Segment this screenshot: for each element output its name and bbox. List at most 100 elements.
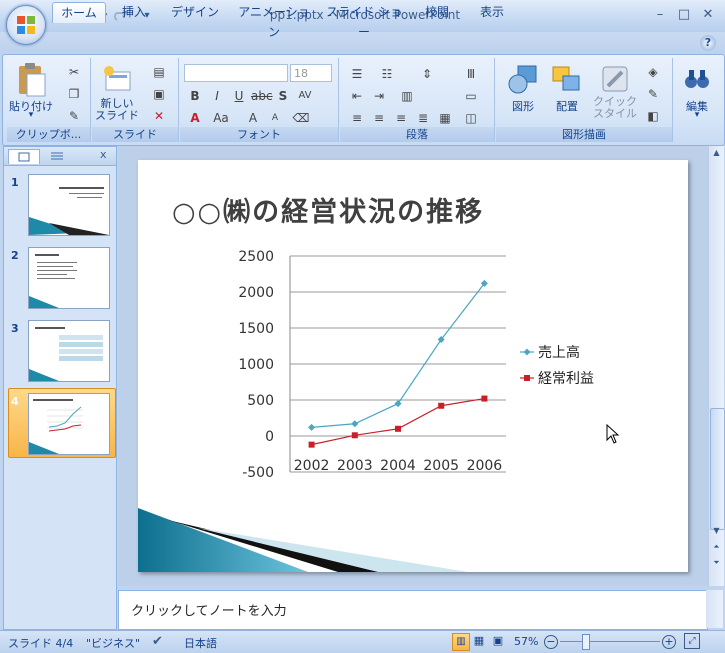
font-color-icon[interactable]: A [184, 108, 206, 128]
y-tick-label: 1500 [238, 321, 274, 337]
tab-design[interactable]: デザイン [166, 2, 224, 22]
slide-thumbnail-4[interactable] [28, 393, 110, 455]
outline-tab[interactable] [42, 149, 72, 163]
layout-icon[interactable]: ▤ [148, 62, 170, 82]
line-spacing-icon[interactable]: ⇕ [416, 64, 438, 84]
slide-indicator: スライド 4/4 [8, 637, 74, 650]
tab-slideshow[interactable]: スライド ショー [324, 2, 404, 39]
spell-check-icon[interactable]: ✔ [152, 634, 163, 649]
format-painter-icon[interactable]: ✎ [63, 106, 85, 126]
columns-icon[interactable]: ▥ [396, 86, 418, 106]
maximize-button[interactable]: □ [673, 6, 695, 24]
paste-dropdown-icon[interactable]: ▾ [9, 110, 53, 120]
clipboard-group: 貼り付け ▾ ✂ ❐ ✎ クリップボ... [7, 58, 91, 142]
language-indicator[interactable]: 日本語 [184, 635, 217, 651]
zoom-out-icon[interactable]: − [544, 635, 558, 649]
shadow-icon[interactable]: S [272, 86, 294, 106]
edit-dropdown-icon[interactable]: ▾ [674, 110, 720, 120]
decrease-indent-icon[interactable]: ⇤ [346, 86, 368, 106]
zoom-slider[interactable] [560, 641, 660, 642]
shrink-font-icon[interactable]: A [264, 108, 286, 128]
numbering-icon[interactable]: ☷ [376, 64, 398, 84]
increase-indent-icon[interactable]: ⇥ [368, 86, 390, 106]
justify-icon[interactable]: ≣ [412, 108, 434, 128]
tab-animation[interactable]: アニメーション [234, 2, 314, 39]
shape-effects-icon[interactable]: ◧ [642, 106, 664, 126]
distribute-icon[interactable]: ▦ [434, 108, 456, 128]
notes-placeholder[interactable]: クリックしてノートを入力 [131, 600, 287, 619]
slide-thumbnail-3[interactable] [28, 320, 110, 382]
office-button[interactable] [6, 5, 46, 45]
line-chart[interactable]: 25002000150010005000-500 2002 2003 2004 200… [228, 240, 628, 480]
paste-icon[interactable] [15, 62, 47, 98]
minimize-button[interactable]: – [649, 6, 671, 24]
x-tick-label: 2003 [337, 458, 373, 474]
legend-marker [523, 348, 531, 356]
cut-icon[interactable]: ✂ [63, 62, 85, 82]
x-tick-label: 2002 [294, 458, 330, 474]
binoculars-icon[interactable] [682, 64, 712, 94]
theme-name: "ビジネス" [86, 637, 141, 650]
shape-fill-icon[interactable]: ◈ [642, 62, 664, 82]
strikethrough-icon[interactable]: abc [250, 86, 273, 106]
arrange-label[interactable]: 配置 [546, 98, 588, 114]
shape-outline-icon[interactable]: ✎ [642, 84, 664, 104]
vertical-scrollbar[interactable]: ▲ ▼ ⏶ ⏷ [708, 146, 725, 586]
quick-style-label[interactable]: クイック スタイル [590, 96, 640, 120]
slide-canvas[interactable]: ○○㈱の経営状況の推移 2500 2000 1500 1000 500 0 -500 200… [138, 160, 688, 572]
align-center-icon[interactable]: ≡ [368, 108, 390, 128]
shapes-icon[interactable] [506, 64, 540, 96]
paragraph-group-label: 段落 [340, 127, 494, 142]
copy-icon[interactable]: ❐ [63, 84, 85, 104]
slides-group-label: スライド [92, 127, 178, 142]
zoom-level[interactable]: 57% [514, 635, 538, 648]
tab-home[interactable]: ホーム [52, 2, 106, 23]
bold-icon[interactable]: B [184, 86, 206, 106]
scroll-down-icon[interactable]: ▼ [711, 526, 722, 538]
help-icon[interactable]: ? [700, 35, 716, 51]
grow-font-icon[interactable]: A [242, 108, 264, 128]
align-right-icon[interactable]: ≡ [390, 108, 412, 128]
new-slide-label[interactable]: 新しい スライド [92, 98, 142, 122]
slides-tab[interactable] [8, 149, 40, 164]
quick-style-icon[interactable] [600, 64, 630, 94]
tab-review[interactable]: 校閲 [414, 2, 460, 22]
char-spacing-icon[interactable]: AV [294, 86, 316, 106]
scroll-thumb[interactable] [710, 408, 725, 530]
zoom-slider-thumb[interactable] [582, 634, 590, 650]
align-left-icon[interactable]: ≡ [346, 108, 368, 128]
tab-view[interactable]: 表示 [470, 2, 514, 22]
previous-slide-icon[interactable]: ⏶ [711, 542, 722, 554]
new-slide-icon[interactable] [102, 64, 132, 94]
clear-format-icon[interactable]: ⌫ [290, 108, 312, 128]
underline-icon[interactable]: U [228, 86, 250, 106]
close-button[interactable]: ✕ [697, 6, 719, 24]
slide-thumbnail-2[interactable] [28, 247, 110, 309]
bullets-icon[interactable]: ☰ [346, 64, 368, 84]
align-text-icon[interactable]: ▭ [460, 86, 482, 106]
smartart-icon[interactable]: ◫ [460, 108, 482, 128]
fit-to-window-icon[interactable]: ⤢ [684, 633, 700, 649]
font-size-combo[interactable]: 18 [290, 64, 332, 82]
slide-sorter-icon[interactable]: ▦ [471, 633, 487, 649]
next-slide-icon[interactable]: ⏷ [711, 558, 722, 570]
slide-title[interactable]: ○○㈱の経営状況の推移 [172, 190, 484, 229]
slideshow-icon[interactable]: ▣ [490, 633, 506, 649]
change-case-icon[interactable]: Aa [210, 108, 232, 128]
reset-icon[interactable]: ▣ [148, 84, 170, 104]
tab-insert[interactable]: 挿入 [112, 2, 156, 22]
arrange-icon[interactable] [550, 64, 584, 96]
normal-view-icon[interactable]: ▥ [452, 633, 470, 651]
zoom-in-icon[interactable]: + [662, 635, 676, 649]
scroll-up-icon[interactable]: ▲ [711, 148, 722, 160]
close-panel-icon[interactable]: x [100, 148, 107, 161]
data-point [481, 395, 488, 402]
notes-pane[interactable]: クリックしてノートを入力 [118, 590, 708, 630]
font-name-combo[interactable] [184, 64, 288, 82]
italic-icon[interactable]: I [206, 86, 228, 106]
text-direction-icon[interactable]: Ⅲ [460, 64, 482, 84]
slide-thumbnail-1[interactable] [28, 174, 110, 236]
delete-slide-icon[interactable]: ✕ [148, 106, 170, 126]
notes-scrollbar[interactable] [706, 590, 723, 628]
shapes-label[interactable]: 図形 [502, 98, 544, 114]
